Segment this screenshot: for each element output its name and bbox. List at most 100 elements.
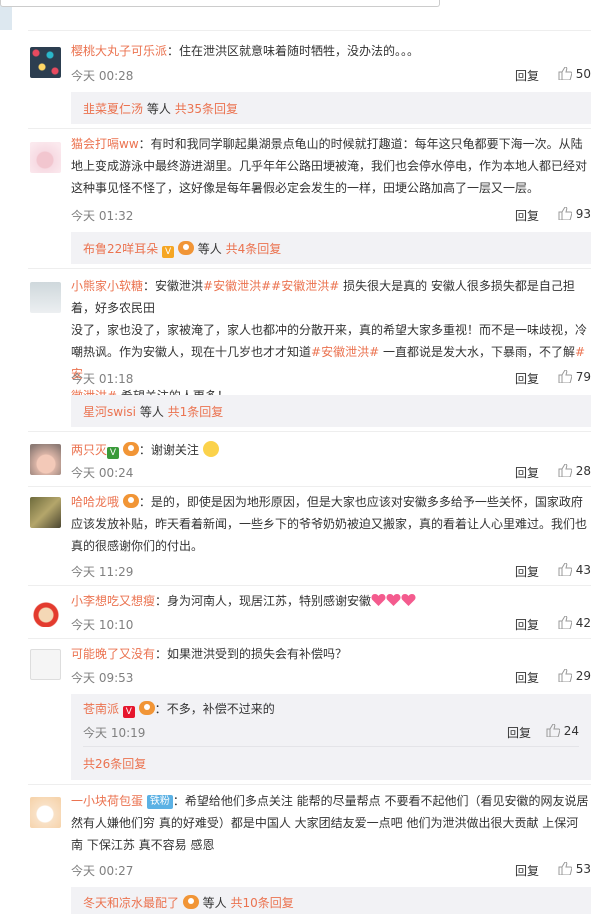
fan-badge-icon — [182, 895, 199, 909]
comment-text-line-3a: 嘲热讽。作为安徽人，现在十几岁也才才知道 — [71, 345, 312, 359]
more-replies-link[interactable]: 共26条回复 — [83, 757, 146, 771]
comment-text-line-1: 是的，即使是因为地形原因，但是大家也应该对安徽多多给予一些关怀，国家政府 — [150, 495, 583, 509]
thumbs-up-icon — [558, 464, 572, 477]
comment-text-line-3: 南 下保江苏 真不容易 感恩 — [71, 838, 215, 852]
reply-button[interactable]: 回复 — [515, 207, 539, 224]
comment-time: 今天 01:18 — [71, 372, 134, 386]
fan-badge-icon — [138, 701, 155, 715]
like-button[interactable]: 50 — [558, 67, 591, 81]
thread-users[interactable]: 星河swisi — [83, 405, 136, 419]
thumbs-up-icon — [558, 370, 572, 383]
comment-text-line-2: 地上变成游泳中最终游进湖里。几乎年年公路田埂被淹，我们也会停水停电，作为本地人都… — [71, 159, 588, 173]
heart-emoji-icon — [386, 594, 401, 606]
hashtag[interactable]: #安徽泄洪# — [203, 279, 271, 293]
reply-thread-summary[interactable]: 布鲁22咩耳朵 V 等人 共4条回复 — [71, 232, 591, 264]
like-button[interactable]: 43 — [558, 563, 591, 577]
comment-username[interactable]: 一小块荷包蛋 — [71, 794, 143, 808]
sub-reply-block: 苍南派 V ：不多，补偿不过来的 今天 10:19 回复 24 共26条回复 — [71, 694, 591, 780]
comment-text-line-2: 没了，家也没了，家被淹了，家人也都冲的分散开来，真的希望大家多重视！而不是一味歧… — [71, 323, 588, 337]
thumbs-up-icon — [558, 616, 572, 629]
comment-username[interactable]: 小李想吃又想瘦 — [71, 594, 155, 608]
subreply-text: 不多，补偿不过来的 — [166, 702, 275, 716]
comment-username[interactable]: 可能晚了又没有 — [71, 647, 155, 661]
comment-text: 住在泄洪区就意味着随时牺牲，没办法的。。。 — [179, 44, 420, 58]
reply-button[interactable]: 回复 — [515, 862, 539, 879]
subreply-reply-button[interactable]: 回复 — [507, 724, 531, 741]
thread-count[interactable]: 共10条回复 — [231, 896, 294, 910]
comment-username[interactable]: 樱桃大丸子可乐派 — [71, 44, 167, 58]
avatar[interactable] — [30, 142, 61, 173]
like-count: 53 — [575, 862, 591, 876]
comment-username[interactable]: 哈哈龙哦 — [71, 495, 119, 509]
reply-thread-summary[interactable]: 韭菜夏仁汤 等人 共35条回复 — [71, 92, 591, 124]
v-badge-icon: V — [122, 706, 135, 718]
comment-text-line-3: 真的很感谢你们的付出。 — [71, 539, 204, 553]
thread-count[interactable]: 共4条回复 — [226, 242, 282, 256]
v-badge-icon: V — [162, 246, 175, 258]
subreply-time: 今天 10:19 — [83, 726, 146, 740]
thread-suffix: 等人 — [139, 405, 164, 419]
thread-count[interactable]: 共35条回复 — [175, 102, 238, 116]
comment-username[interactable]: 两只灭 — [71, 443, 107, 457]
avatar[interactable] — [30, 444, 61, 475]
comment-text-line-1: 有时和我同学聊起巢湖景点龟山的时候就打趣道：每年这只龟都要下海一次。从陆 — [150, 137, 583, 151]
hashtag[interactable]: #安徽泄洪# — [271, 279, 339, 293]
like-button[interactable]: 53 — [558, 862, 591, 876]
like-count: 24 — [563, 724, 579, 738]
reply-button[interactable]: 回复 — [515, 67, 539, 84]
avatar[interactable] — [30, 596, 61, 627]
like-button[interactable]: 29 — [558, 669, 591, 683]
v-badge-icon: V — [107, 447, 120, 459]
comment-time: 今天 11:29 — [71, 565, 134, 579]
thumbs-up-icon — [558, 669, 572, 682]
fan-badge-icon — [122, 442, 139, 456]
comment-time: 今天 09:53 — [71, 671, 134, 685]
fan-level-badge: 铁粉 — [146, 795, 173, 809]
comment-text-line-1: 希望给他们多点关注 能帮的尽量帮点 不要看不起他们（看见安徽的网友说居 — [184, 794, 589, 808]
heart-emoji-icon — [401, 594, 416, 606]
like-count: 43 — [575, 563, 591, 577]
thread-count[interactable]: 共1条回复 — [168, 405, 224, 419]
comment-text-line-3b: 一直都说是发大水，下暴雨，不了解 — [382, 345, 575, 359]
avatar[interactable] — [30, 497, 61, 528]
thread-suffix: 等人 — [146, 102, 171, 116]
comment-text: 如果泄洪受到的损失会有补偿吗？ — [167, 647, 348, 661]
subreply-like-button[interactable]: 24 — [546, 724, 579, 738]
heart-emoji-icon — [371, 594, 386, 606]
reply-button[interactable]: 回复 — [515, 669, 539, 686]
comment-text-line-3: 这种事见怪不怪了，这好像是每年暑假必定会发生的一样，田埂公路加高了一层又一层。 — [71, 181, 540, 195]
fan-badge-icon — [122, 494, 139, 508]
avatar[interactable] — [30, 282, 61, 313]
like-button[interactable]: 93 — [558, 207, 591, 221]
subreply-username[interactable]: 苍南派 — [83, 702, 119, 716]
thread-users[interactable]: 冬天和凉水最配了 — [83, 896, 179, 910]
like-button[interactable]: 28 — [558, 464, 591, 478]
reply-button[interactable]: 回复 — [515, 370, 539, 387]
reply-thread-summary[interactable]: 冬天和凉水最配了 等人 共10条回复 — [71, 887, 591, 914]
comment-time: 今天 01:32 — [71, 209, 134, 223]
like-count: 79 — [575, 370, 591, 384]
reply-button[interactable]: 回复 — [515, 616, 539, 633]
avatar[interactable] — [30, 797, 61, 828]
comment-username[interactable]: 小熊家小软糖 — [71, 279, 143, 293]
like-button[interactable]: 42 — [558, 616, 591, 630]
avatar[interactable] — [30, 47, 61, 78]
comment-text-line-2: 然有人嫌他们穷 真的好难受）都是中国人 大家团结友爱一点吧 他们为泄洪做出很大贡… — [71, 816, 579, 830]
like-button[interactable]: 79 — [558, 370, 591, 384]
thumbs-up-icon — [558, 67, 572, 80]
reply-button[interactable]: 回复 — [515, 464, 539, 481]
thread-users[interactable]: 布鲁22咩耳朵 — [83, 242, 158, 256]
comment-username[interactable]: 猫会打嗝ww — [71, 137, 139, 151]
avatar[interactable] — [30, 649, 61, 680]
reply-button[interactable]: 回复 — [515, 563, 539, 580]
comment-text-line-2: 应该发放补贴，昨天看着新闻，一些乡下的爷爷奶奶被迫又搬家，真的看着让人心里难过。… — [71, 517, 588, 531]
comment-text: 谢谢关注 — [150, 443, 199, 457]
hashtag[interactable]: #安徽泄洪# — [311, 345, 379, 359]
like-count: 29 — [575, 669, 591, 683]
fan-badge-icon — [177, 241, 194, 255]
thumbs-up-icon — [558, 207, 572, 220]
like-count: 93 — [575, 207, 591, 221]
thread-users[interactable]: 韭菜夏仁汤 — [83, 102, 143, 116]
reply-thread-summary[interactable]: 星河swisi 等人 共1条回复 — [71, 395, 591, 427]
comment-time: 今天 00:27 — [71, 864, 134, 878]
